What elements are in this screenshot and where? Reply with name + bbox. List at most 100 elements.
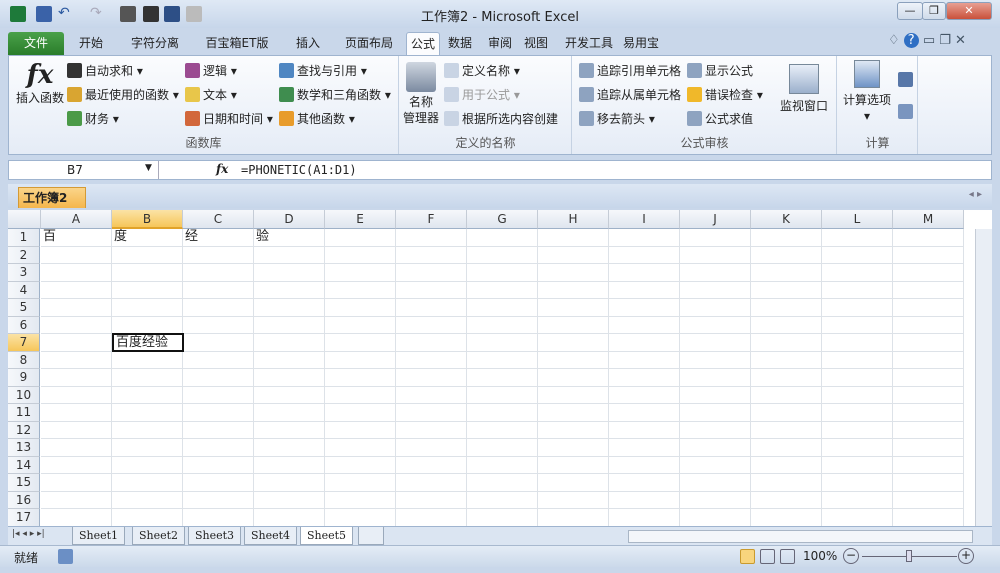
- cell[interactable]: [609, 491, 680, 509]
- cell[interactable]: [893, 474, 964, 492]
- cell[interactable]: [467, 386, 538, 404]
- cell[interactable]: [183, 351, 254, 369]
- cell[interactable]: [822, 404, 893, 422]
- cell[interactable]: [822, 334, 893, 352]
- column-header-M[interactable]: M: [893, 210, 964, 229]
- cell[interactable]: [538, 456, 609, 474]
- cell[interactable]: [254, 316, 325, 334]
- cell[interactable]: [751, 421, 822, 439]
- cell[interactable]: [822, 509, 893, 526]
- row-header-9[interactable]: 9: [8, 369, 40, 387]
- defined-name-item-2[interactable]: 根据所选内容创建: [444, 110, 558, 127]
- zoom-level[interactable]: 100%: [803, 549, 837, 563]
- column-header-G[interactable]: G: [467, 210, 538, 229]
- cell[interactable]: [680, 509, 751, 526]
- cell[interactable]: [893, 264, 964, 282]
- cell[interactable]: [822, 491, 893, 509]
- workbook-scroll-arrows[interactable]: ◂ ▸: [969, 189, 982, 200]
- cell[interactable]: [112, 491, 183, 509]
- cell[interactable]: [325, 351, 396, 369]
- auditing-item-2[interactable]: 移去箭头 ▾: [579, 110, 655, 127]
- cell[interactable]: [112, 404, 183, 422]
- cell[interactable]: [183, 386, 254, 404]
- cell[interactable]: [467, 299, 538, 317]
- cell[interactable]: [254, 264, 325, 282]
- cell[interactable]: [751, 404, 822, 422]
- cell[interactable]: [751, 299, 822, 317]
- cell[interactable]: [396, 299, 467, 317]
- cell[interactable]: [751, 334, 822, 352]
- cell[interactable]: [112, 421, 183, 439]
- cell[interactable]: [112, 439, 183, 457]
- cell[interactable]: [254, 421, 325, 439]
- cell[interactable]: [254, 404, 325, 422]
- cell[interactable]: [751, 229, 822, 247]
- cell[interactable]: [41, 456, 112, 474]
- cell[interactable]: [893, 404, 964, 422]
- cell[interactable]: [467, 439, 538, 457]
- page-break-view-icon[interactable]: [780, 549, 795, 564]
- name-manager-button[interactable]: 名称 管理器: [402, 62, 440, 126]
- row-header-8[interactable]: 8: [8, 351, 40, 369]
- row-header-11[interactable]: 11: [8, 404, 40, 422]
- cell[interactable]: [822, 474, 893, 492]
- cell[interactable]: [183, 369, 254, 387]
- cell[interactable]: [183, 404, 254, 422]
- cell[interactable]: [396, 281, 467, 299]
- cell[interactable]: [467, 316, 538, 334]
- row-header-3[interactable]: 3: [8, 264, 40, 282]
- tab-5[interactable]: 页面布局: [338, 32, 400, 55]
- cell[interactable]: [325, 386, 396, 404]
- cell[interactable]: [609, 386, 680, 404]
- normal-view-icon[interactable]: [740, 549, 755, 564]
- cell[interactable]: [41, 491, 112, 509]
- cell[interactable]: [41, 369, 112, 387]
- cell[interactable]: [183, 456, 254, 474]
- cell[interactable]: [112, 386, 183, 404]
- cell[interactable]: [893, 229, 964, 247]
- cell[interactable]: [254, 299, 325, 317]
- cell[interactable]: [609, 334, 680, 352]
- cell[interactable]: [538, 386, 609, 404]
- column-header-F[interactable]: F: [396, 210, 467, 229]
- cell[interactable]: [112, 281, 183, 299]
- calculate-now-icon[interactable]: [898, 72, 913, 87]
- calc-options-button[interactable]: 计算选项 ▾: [840, 60, 894, 124]
- cell[interactable]: [325, 474, 396, 492]
- cell[interactable]: [467, 229, 538, 247]
- column-header-J[interactable]: J: [680, 210, 751, 229]
- cell[interactable]: [751, 456, 822, 474]
- fx-icon[interactable]: fx: [216, 162, 228, 176]
- cell[interactable]: [396, 264, 467, 282]
- cell[interactable]: [112, 456, 183, 474]
- cell[interactable]: [893, 509, 964, 526]
- cell[interactable]: [254, 439, 325, 457]
- row-header-16[interactable]: 16: [8, 491, 40, 509]
- tab-1[interactable]: 开始: [70, 32, 112, 55]
- cell[interactable]: [325, 229, 396, 247]
- function-category-2[interactable]: 财务 ▾: [67, 110, 119, 127]
- row-header-17[interactable]: 17: [8, 509, 40, 526]
- cell[interactable]: [609, 456, 680, 474]
- cell[interactable]: [680, 334, 751, 352]
- cell[interactable]: [893, 299, 964, 317]
- cell[interactable]: [680, 264, 751, 282]
- cell[interactable]: [183, 334, 254, 352]
- cell[interactable]: [822, 421, 893, 439]
- cell[interactable]: [467, 421, 538, 439]
- zoom-in-button[interactable]: +: [958, 548, 974, 564]
- cell[interactable]: [41, 474, 112, 492]
- cell[interactable]: [112, 299, 183, 317]
- sheet-tab-sheet5[interactable]: Sheet5: [300, 527, 354, 545]
- name-box[interactable]: B7: [9, 161, 159, 179]
- function-category-1[interactable]: 最近使用的函数 ▾: [67, 86, 179, 103]
- cell[interactable]: [822, 316, 893, 334]
- row-header-14[interactable]: 14: [8, 456, 40, 474]
- cell[interactable]: [112, 369, 183, 387]
- cell[interactable]: [680, 229, 751, 247]
- close-button[interactable]: ✕: [946, 2, 992, 20]
- cell[interactable]: [822, 229, 893, 247]
- cell[interactable]: [680, 439, 751, 457]
- cell[interactable]: [538, 351, 609, 369]
- cell[interactable]: [396, 351, 467, 369]
